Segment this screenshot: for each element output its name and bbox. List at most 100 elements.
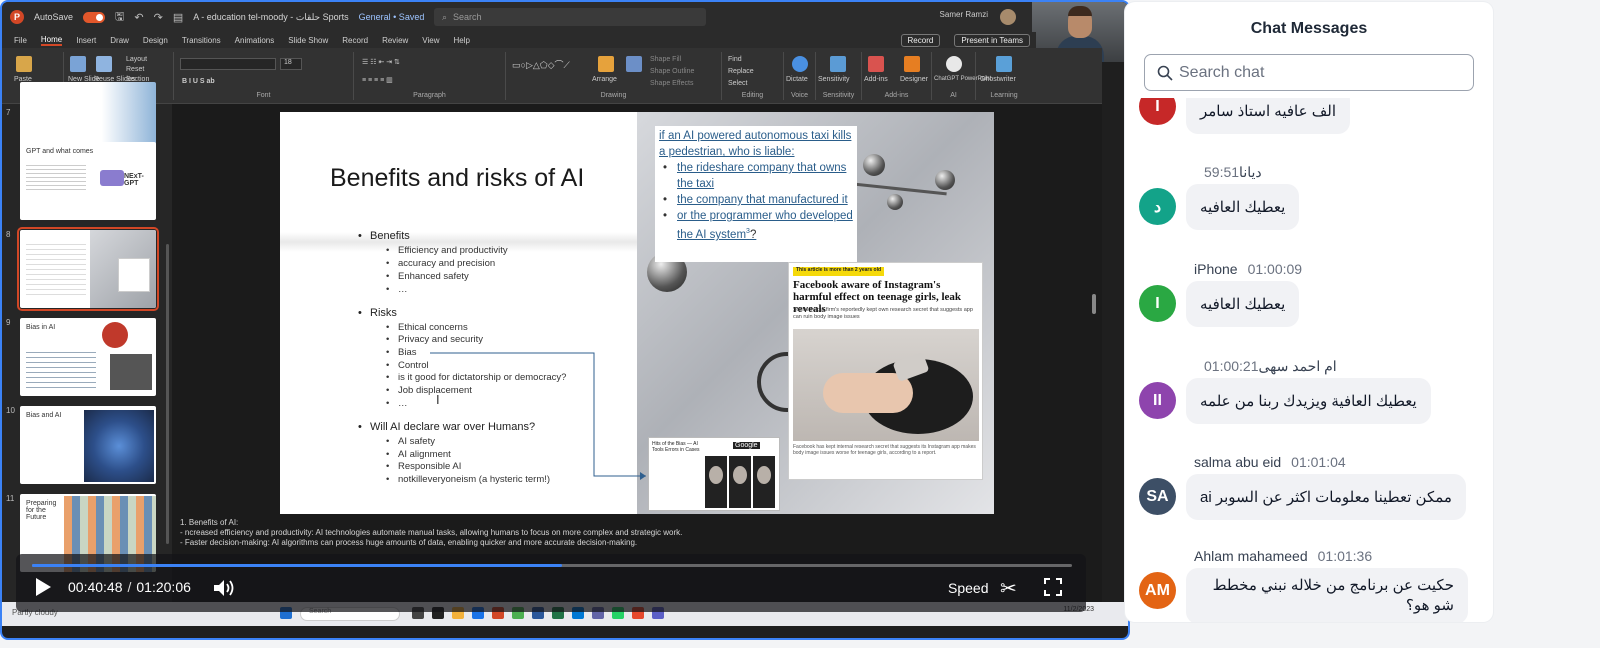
slide-thumbnail[interactable]: GPT and what comes NExT-GPT <box>20 142 156 220</box>
avatar: II <box>1139 382 1176 419</box>
time-display: 00:40:48/01:20:06 <box>68 579 191 595</box>
paste-icon[interactable] <box>16 56 32 72</box>
select-button[interactable]: Select <box>728 80 747 87</box>
tab-design[interactable]: Design <box>143 36 168 45</box>
avatar: I <box>1139 285 1176 322</box>
slide-scrollbar[interactable] <box>1092 294 1096 314</box>
slide-thumbnail[interactable]: Bias and AI <box>20 406 156 484</box>
replace-button[interactable]: Replace <box>728 68 754 75</box>
addins-icon[interactable] <box>868 56 884 72</box>
sender-name: ام احمد سهى <box>1258 358 1337 374</box>
avatar[interactable] <box>1000 9 1016 25</box>
thumbnail-title: GPT and what comes <box>26 148 94 155</box>
customize-icon[interactable]: ▤ <box>173 11 183 24</box>
seek-progress <box>32 564 563 567</box>
avatar: د <box>1139 188 1176 225</box>
layout-button[interactable]: Layout <box>126 56 147 63</box>
bold-icon[interactable]: B I U S ab <box>182 78 215 85</box>
tab-record[interactable]: Record <box>342 36 368 45</box>
reuse-slides-icon[interactable] <box>96 56 112 72</box>
ribbon-group-font: 18 B I U S ab Font <box>174 52 354 100</box>
new-slide-icon[interactable] <box>70 56 86 72</box>
redo-icon[interactable]: ↷ <box>154 11 163 24</box>
arrange-label: Arrange <box>592 76 617 83</box>
record-button[interactable]: Record <box>900 33 941 47</box>
fullscreen-icon[interactable] <box>1044 578 1062 596</box>
font-name-select[interactable] <box>180 58 276 70</box>
sender-name: ديانا <box>1239 164 1262 180</box>
sender-name: iPhone <box>1194 261 1238 277</box>
avatar-initials: SA <box>1146 487 1169 505</box>
powerpoint-search[interactable]: ⌕ Search <box>434 8 706 26</box>
shapes-gallery-icon[interactable]: ▭○▷△⬠◇⌒⟋ <box>512 58 570 71</box>
avatar-initials: II <box>1153 391 1162 409</box>
tab-review[interactable]: Review <box>382 36 408 45</box>
play-icon[interactable] <box>36 578 51 596</box>
ribbon-tabs: File Home Insert Draw Design Transitions… <box>2 32 1036 48</box>
notes-line: 1. Benefits of AI: <box>180 518 239 527</box>
slide-thumbnail-selected[interactable] <box>17 227 159 311</box>
arrange-icon[interactable] <box>598 56 614 72</box>
powerpoint-logo-icon: P <box>10 10 24 24</box>
message-header: salma abu eid 01:01:04 <box>1194 454 1346 470</box>
chatgpt-icon[interactable] <box>946 56 962 72</box>
group-label: Voice <box>790 92 809 99</box>
save-icon[interactable]: 🖫 <box>115 8 124 27</box>
shape-fill-button[interactable]: Shape Fill <box>650 56 681 63</box>
undo-icon[interactable]: ↶ <box>134 11 143 24</box>
tab-home[interactable]: Home <box>40 35 63 46</box>
speed-button[interactable]: Speed <box>948 580 988 596</box>
chat-search-box[interactable] <box>1144 54 1474 91</box>
shape-outline-button[interactable]: Shape Outline <box>650 68 694 75</box>
ghostwriter-icon[interactable] <box>996 56 1012 72</box>
thumbnail-logo <box>100 170 124 186</box>
video-player[interactable]: P AutoSave 🖫 ↶ ↷ ▤ A - education tel-moo… <box>0 0 1130 640</box>
message-time: 01:01:04 <box>1291 454 1346 470</box>
tab-draw[interactable]: Draw <box>110 36 129 45</box>
thumbnail-brand: NExT-GPT <box>124 173 144 187</box>
chat-message-list[interactable]: I الف عافيه استاذ سامر ديانا59:51 د يعطي… <box>1125 98 1493 622</box>
connector-arrow <box>430 352 646 480</box>
current-slide[interactable]: Benefits and risks of AI Benefits Effici… <box>280 112 994 514</box>
align-icon[interactable]: ≡ ≡ ≡ ≡ ▥ <box>362 76 393 84</box>
sensitivity-icon[interactable] <box>830 56 846 72</box>
avatar-initials: AM <box>1145 581 1170 599</box>
autosave-toggle[interactable] <box>83 11 106 23</box>
tab-help[interactable]: Help <box>454 36 470 45</box>
group-label: Font <box>256 92 271 99</box>
tab-insert[interactable]: Insert <box>76 36 96 45</box>
chat-search-input[interactable] <box>1179 61 1459 85</box>
font-size-select[interactable]: 18 <box>280 58 302 70</box>
thumbnail-scrollbar[interactable] <box>166 244 169 544</box>
slide-number: 8 <box>6 230 11 239</box>
ribbon-group-voice: Dictate Voice <box>784 52 816 100</box>
seek-bar[interactable] <box>32 564 1072 567</box>
reset-button[interactable]: Reset <box>126 66 144 73</box>
tab-file[interactable]: File <box>14 36 27 45</box>
present-in-teams-button[interactable]: Present in Teams <box>954 33 1030 47</box>
slide-thumbnail[interactable]: Bias in AI <box>20 318 156 396</box>
tab-view[interactable]: View <box>422 36 439 45</box>
find-button[interactable]: Find <box>728 56 742 63</box>
designer-icon[interactable] <box>904 56 920 72</box>
speaker-notes[interactable]: 1. Benefits of AI: - ncreased efficiency… <box>180 518 1080 548</box>
group-label: Learning <box>990 92 1018 99</box>
clip-icon[interactable]: ✂ <box>1000 576 1017 601</box>
tab-transitions[interactable]: Transitions <box>182 36 221 45</box>
slide-number: 10 <box>6 406 15 415</box>
tab-slide-show[interactable]: Slide Show <box>288 36 328 45</box>
chat-title: Chat Messages <box>1250 20 1368 37</box>
presenter-hair <box>1068 6 1092 16</box>
bullets-icon[interactable]: ☰ ☷ ⇤ ⇥ ⇅ <box>362 58 400 66</box>
avatar-initials: I <box>1155 294 1160 312</box>
shape-effects-button[interactable]: Shape Effects <box>650 80 693 87</box>
ribbon-group-learning: Ghostwriter Learning <box>976 52 1032 100</box>
user-name: Samer Ramzi <box>939 10 988 19</box>
message-bubble: حكيت عن برنامج من خلاله نبني مخطط شو هو؟ <box>1186 568 1468 622</box>
tab-animations[interactable]: Animations <box>235 36 275 45</box>
microphone-icon[interactable] <box>792 56 808 72</box>
volume-icon[interactable] <box>212 578 236 598</box>
slide-thumbnail-pane: 7 GPT and what comes NExT-GPT 8 9 Bias i… <box>2 82 172 616</box>
quick-styles-icon[interactable] <box>626 56 642 72</box>
ribbon-group-editing: Find Replace Select Editing <box>722 52 784 100</box>
